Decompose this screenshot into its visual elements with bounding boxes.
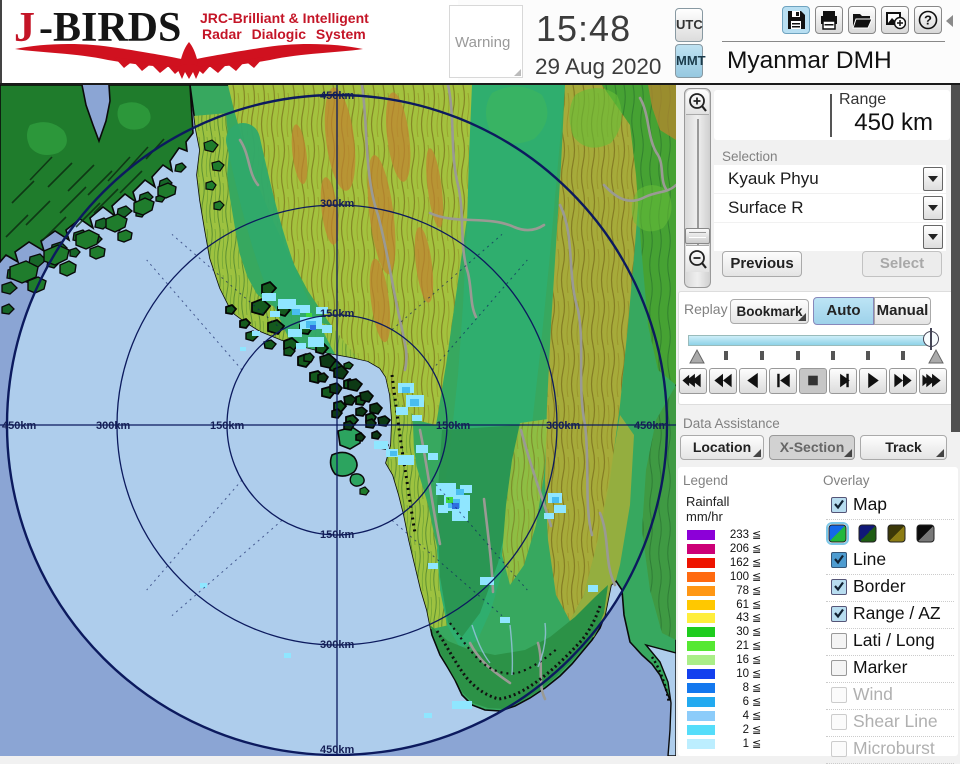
- svg-text:450km: 450km: [320, 90, 354, 102]
- svg-text:450km: 450km: [320, 744, 354, 756]
- svg-text:300km: 300km: [320, 639, 354, 651]
- svg-text:150km: 150km: [210, 420, 244, 432]
- svg-text:450km: 450km: [2, 420, 36, 432]
- svg-text:300km: 300km: [320, 198, 354, 210]
- svg-text:150km: 150km: [320, 529, 354, 541]
- svg-text:150km: 150km: [436, 420, 470, 432]
- svg-text:300km: 300km: [96, 420, 130, 432]
- svg-text:?: ?: [924, 13, 932, 28]
- svg-text:450km: 450km: [634, 420, 668, 432]
- svg-text:300km: 300km: [546, 420, 580, 432]
- svg-text:150km: 150km: [320, 308, 354, 320]
